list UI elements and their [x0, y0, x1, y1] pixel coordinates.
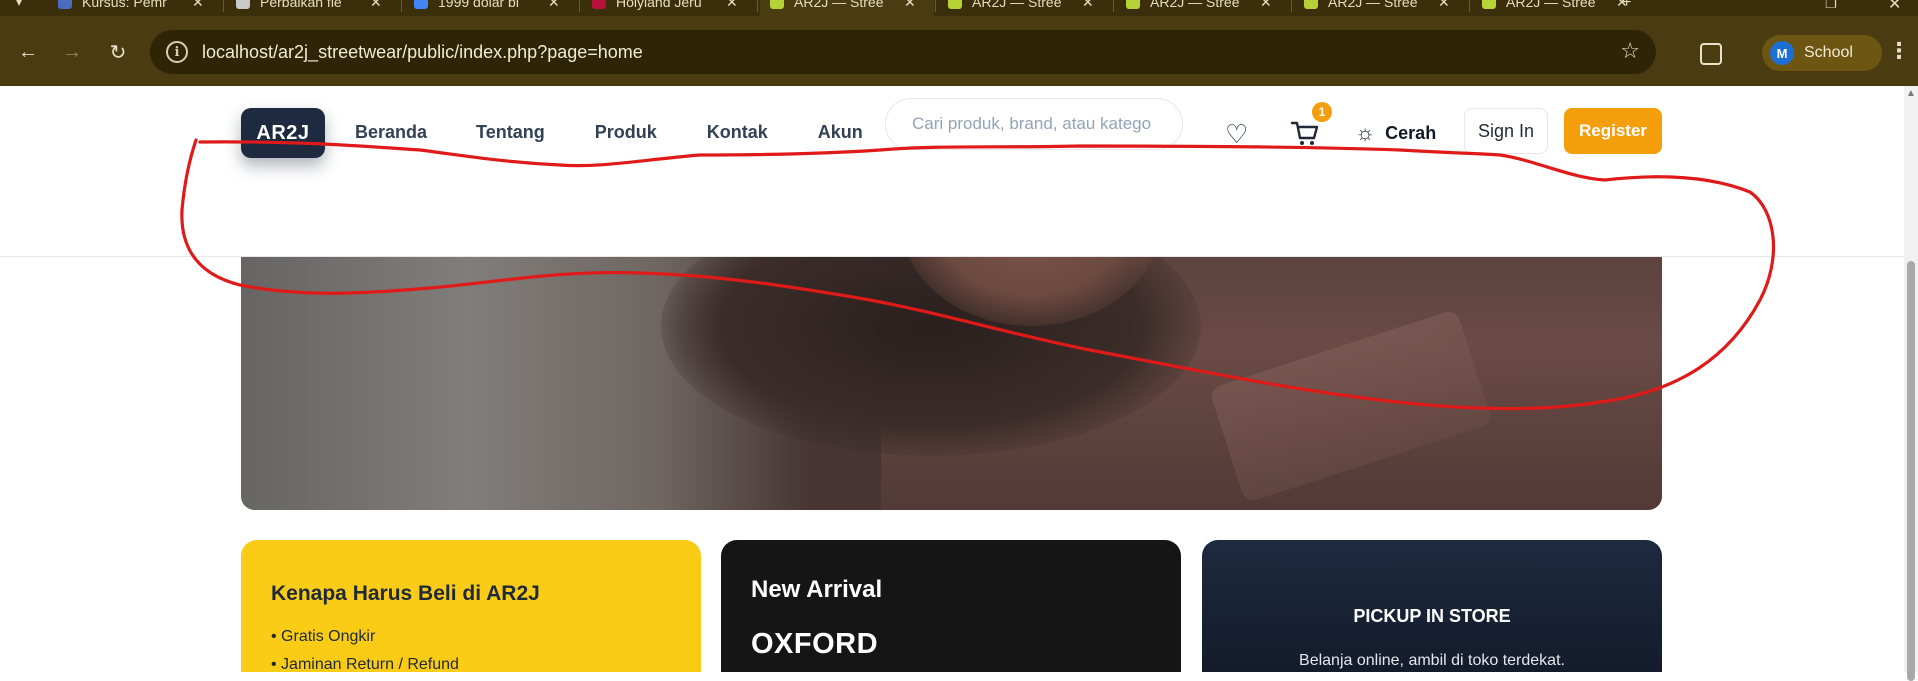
scrollbar-thumb[interactable] — [1907, 261, 1915, 681]
tab-close-icon[interactable]: ✕ — [192, 0, 204, 11]
tab-title: Holyland Jeru — [616, 0, 702, 10]
tab-separator — [223, 0, 224, 12]
tab-separator — [579, 0, 580, 12]
new-arrival-title: New Arrival — [751, 576, 883, 603]
tab-close-icon[interactable]: ✕ — [726, 0, 738, 11]
pickup-title: PICKUP IN STORE — [1353, 606, 1511, 626]
tab-separator — [1469, 0, 1470, 12]
why-buy-card: Kenapa Harus Beli di AR2J • Gratis Ongki… — [241, 540, 701, 672]
tab-favicon-icon — [592, 0, 606, 9]
page-viewport: AR2J Beranda Tentang Produk Kontak Akun … — [0, 86, 1918, 672]
browser-tab[interactable]: AR2J — Stree ✕ — [1116, 0, 1290, 16]
nav-item-kontak[interactable]: Kontak — [707, 122, 768, 143]
more-menu-icon[interactable]: ⋮ — [1888, 38, 1910, 64]
register-button[interactable]: Register — [1564, 108, 1662, 154]
tab-separator — [1291, 0, 1292, 12]
new-tab-button[interactable]: + — [1622, 0, 1631, 12]
tab-title: AR2J — Stree — [1506, 0, 1596, 10]
cart-count-badge: 1 — [1312, 102, 1332, 122]
tab-favicon-icon — [948, 0, 962, 9]
avatar: M — [1770, 41, 1794, 65]
tab-favicon-icon — [1482, 0, 1496, 9]
url-text: localhost/ar2j_streetwear/public/index.p… — [202, 41, 643, 62]
page-scrollbar[interactable]: ▲ — [1904, 86, 1918, 681]
sign-in-button[interactable]: Sign In — [1464, 108, 1548, 154]
tab-title: Perbaikan fle — [260, 0, 342, 10]
new-arrival-card[interactable]: New Arrival OXFORD — [721, 540, 1181, 672]
cart-icon[interactable] — [1290, 118, 1320, 148]
chevron-down-icon: ▾ — [16, 0, 23, 9]
why-buy-item: • Gratis Ongkir — [271, 628, 376, 645]
site-info-icon[interactable]: i — [166, 41, 188, 63]
tab-separator — [757, 0, 758, 12]
tab-close-icon[interactable]: ✕ — [1260, 0, 1272, 11]
browser-tab[interactable]: 1999 dolar bi ✕ — [404, 0, 578, 16]
address-bar[interactable]: i localhost/ar2j_streetwear/public/index… — [150, 30, 1656, 74]
theme-label: Cerah — [1385, 122, 1437, 143]
browser-tab[interactable]: AR2J — Stree ✕ — [1472, 0, 1646, 16]
tab-close-icon[interactable]: ✕ — [1082, 0, 1094, 11]
why-buy-title: Kenapa Harus Beli di AR2J — [271, 582, 540, 605]
restore-window-icon[interactable]: ❐ — [1825, 0, 1837, 12]
search-input[interactable]: Cari produk, brand, atau katego — [885, 98, 1183, 150]
browser-tab[interactable]: AR2J — Stree ✕ — [1294, 0, 1468, 16]
browser-tab[interactable]: AR2J — Stree ✕ — [760, 0, 934, 16]
tab-close-icon[interactable]: ✕ — [1438, 0, 1450, 11]
tab-title: AR2J — Stree — [1150, 0, 1240, 10]
hero-banner-image — [241, 236, 1662, 510]
browser-tab[interactable]: Holyland Jeru ✕ — [582, 0, 756, 16]
tab-title: AR2J — Stree — [1328, 0, 1418, 10]
why-buy-item: • Jaminan Return / Refund — [271, 656, 459, 672]
pickup-text: Belanja online, ambil di toko terdekat. — [1299, 652, 1565, 669]
scroll-up-arrow-icon[interactable]: ▲ — [1906, 88, 1916, 99]
tab-favicon-icon — [770, 0, 784, 9]
browser-tab[interactable]: Kursus: Pemr ✕ — [48, 0, 222, 16]
theme-toggle[interactable]: ☼ Cerah — [1355, 122, 1436, 144]
browser-tab[interactable]: Perbaikan fle ✕ — [226, 0, 400, 16]
reload-icon[interactable]: ↻ — [104, 38, 132, 66]
search-placeholder: Cari produk, brand, atau katego — [912, 114, 1152, 133]
main-nav: Beranda Tentang Produk Kontak Akun — [355, 122, 863, 143]
back-arrow-icon[interactable]: ← — [14, 38, 42, 66]
nav-item-akun[interactable]: Akun — [818, 122, 863, 143]
tab-title: 1999 dolar bi — [438, 0, 519, 10]
tab-favicon-icon — [1304, 0, 1318, 9]
tab-close-icon[interactable]: ✕ — [370, 0, 382, 11]
site-header: AR2J Beranda Tentang Produk Kontak Akun … — [0, 86, 1904, 257]
tab-favicon-icon — [58, 0, 72, 9]
extensions-icon[interactable] — [1700, 43, 1722, 65]
close-window-icon[interactable]: ✕ — [1888, 0, 1901, 14]
tab-title: Kursus: Pemr — [82, 0, 167, 10]
browser-tab-strip: ▾ Kursus: Pemr ✕ Perbaikan fle ✕ 1999 dolar … — [0, 0, 1918, 16]
wishlist-heart-icon[interactable]: ♡ — [1225, 121, 1248, 147]
site-logo[interactable]: AR2J — [241, 108, 325, 158]
bookmark-star-icon[interactable]: ☆ — [1620, 38, 1640, 64]
tab-separator — [401, 0, 402, 12]
profile-button[interactable]: M School — [1762, 35, 1882, 71]
browser-toolbar: ← → ↻ i localhost/ar2j_streetwear/public… — [0, 16, 1918, 86]
browser-tab[interactable]: AR2J — Stree ✕ — [938, 0, 1112, 16]
nav-item-beranda[interactable]: Beranda — [355, 122, 427, 143]
tab-separator — [935, 0, 936, 12]
new-arrival-product: OXFORD — [751, 628, 879, 660]
forward-arrow-icon[interactable]: → — [58, 38, 86, 66]
tab-separator — [1113, 0, 1114, 12]
tab-favicon-icon — [414, 0, 428, 9]
tab-title: AR2J — Stree — [794, 0, 884, 10]
pickup-in-store-card: PICKUP IN STORE Belanja online, ambil di… — [1202, 540, 1662, 672]
profile-name: School — [1804, 44, 1853, 61]
sun-icon: ☼ — [1355, 120, 1376, 145]
tab-favicon-icon — [236, 0, 250, 9]
tab-favicon-icon — [1126, 0, 1140, 9]
tab-search-button[interactable]: ▾ — [0, 0, 40, 16]
nav-item-tentang[interactable]: Tentang — [476, 122, 545, 143]
nav-item-produk[interactable]: Produk — [595, 122, 657, 143]
tab-title: AR2J — Stree — [972, 0, 1062, 10]
tab-close-icon[interactable]: ✕ — [904, 0, 916, 11]
tab-close-icon[interactable]: ✕ — [548, 0, 560, 11]
